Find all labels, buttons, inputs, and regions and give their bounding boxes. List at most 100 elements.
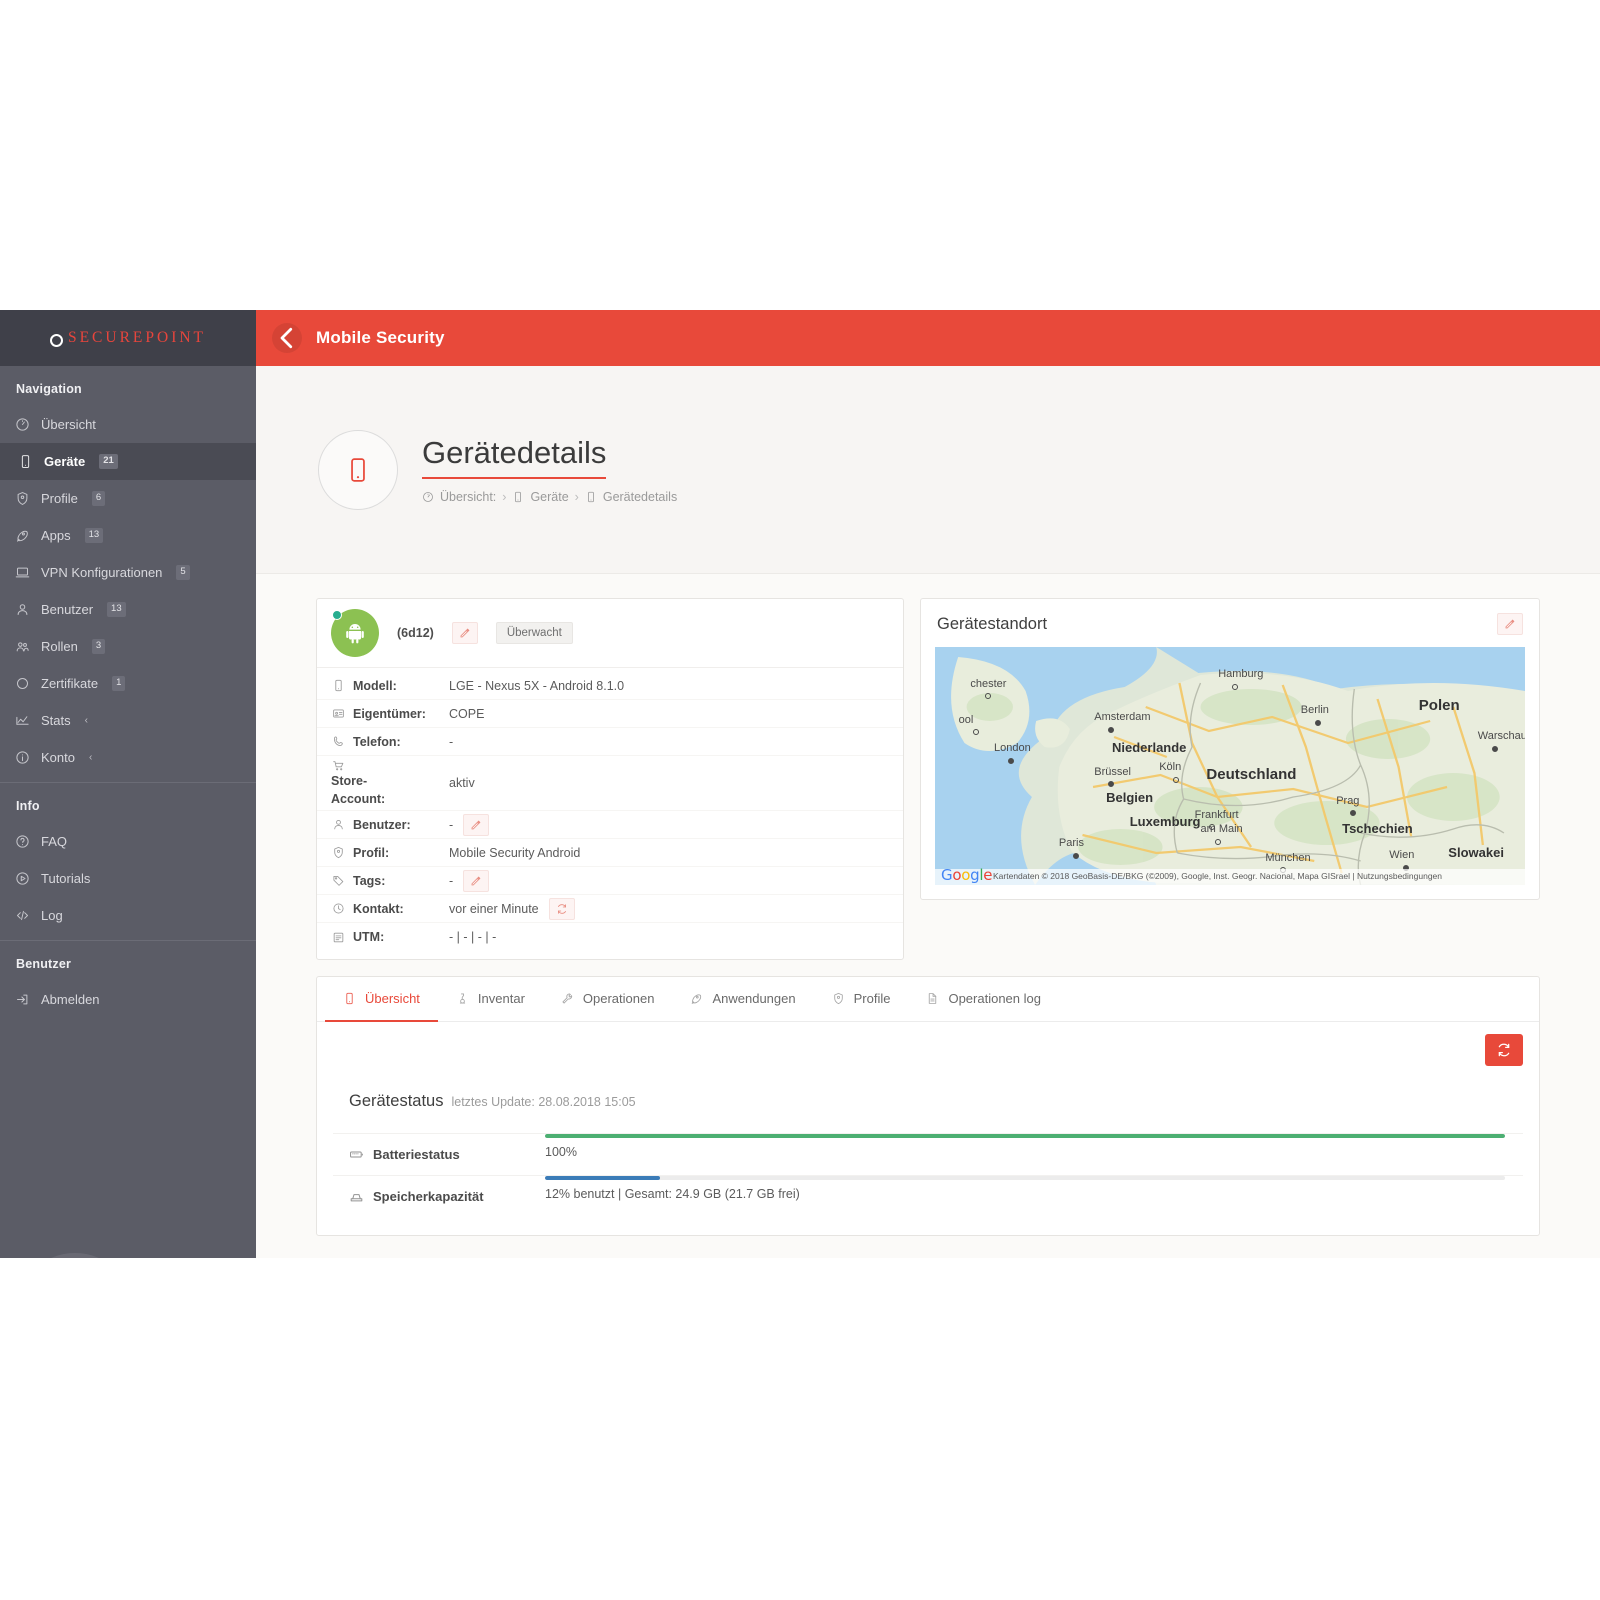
map-place-label: Belgien [1106, 789, 1154, 805]
sidebar-item-ger-te[interactable]: Geräte 21 [0, 443, 256, 480]
sidebar-item-label: FAQ [41, 834, 68, 849]
field-value-text: - [449, 817, 454, 832]
sidebar-item-badge: 1 [112, 676, 126, 691]
id-card-icon [331, 707, 345, 721]
map-place-label: chester [970, 677, 1007, 690]
tab-operationen[interactable]: Operationen [543, 977, 673, 1022]
field-value: - [449, 813, 490, 836]
sidebar-item-profile[interactable]: Profile 6 [0, 480, 256, 517]
sidebar-item-abmelden[interactable]: Abmelden [0, 981, 256, 1018]
brand-logo[interactable]: SECUREPOINT [0, 310, 256, 366]
map-place-label: Hamburg [1218, 668, 1264, 681]
tab-profile[interactable]: Profile [814, 977, 909, 1022]
device-field-row: Modell: LGE - Nexus 5X - Android 8.1.0 [317, 672, 903, 700]
question-icon [14, 833, 31, 850]
sidebar-item-benutzer[interactable]: Benutzer 13 [0, 591, 256, 628]
breadcrumb-item[interactable]: Geräte [530, 490, 568, 504]
sidebar-item-rollen[interactable]: Rollen 3 [0, 628, 256, 665]
sidebar-section-title: Benutzer [16, 957, 72, 971]
map-place-label: Tschechien [1342, 820, 1413, 836]
map-canvas[interactable]: chester ool Hamburg Berlin Polen Amsterdam War… [935, 647, 1525, 885]
sidebar-item-label: Zertifikate [41, 676, 99, 691]
breadcrumb-item[interactable]: Gerätedetails [603, 490, 677, 504]
map-attribution-text: Kartendaten © 2018 GeoBasis-DE/BKG (©200… [993, 871, 1350, 882]
map-city-dot [984, 693, 991, 700]
tab-label: Profile [853, 991, 891, 1007]
status-row-speicherkapazit-t: Speicherkapazität 12% benutzt | Gesamt: 2… [333, 1175, 1523, 1217]
smartphone-icon [585, 491, 597, 503]
brand-name: SECUREPOINT [67, 329, 207, 346]
sidebar-item-log[interactable]: Log [0, 897, 256, 934]
field-key: Store- Account: [331, 758, 449, 808]
sidebar-item-konto[interactable]: Konto ‹ [0, 739, 256, 776]
map-place-label: Luxemburg [1129, 813, 1201, 829]
page-title: Gerätedetails [422, 435, 607, 479]
edit-location-button[interactable] [1497, 613, 1523, 635]
edit-icon [471, 876, 481, 886]
edit-field-button[interactable] [463, 869, 490, 892]
device-tabs-card: Übersicht Inventar Operationen Anwendungen P… [316, 976, 1540, 1237]
edit-field-button[interactable] [463, 813, 490, 836]
play-icon [14, 870, 31, 887]
sidebar-item-apps[interactable]: Apps 13 [0, 517, 256, 554]
sidebar-item-stats[interactable]: Stats ‹ [0, 702, 256, 739]
status-row-batteriestatus: Batteriestatus 100% [333, 1133, 1523, 1175]
field-value-text: Mobile Security Android [449, 845, 581, 860]
sidebar-item-zertifikate[interactable]: Zertifikate 1 [0, 665, 256, 702]
rocket-icon [14, 527, 31, 544]
refresh-contact-button[interactable] [548, 897, 575, 920]
field-value: - [449, 869, 490, 892]
map-attribution: Kartendaten © 2018 GeoBasis-DE/BKG (©200… [935, 869, 1525, 885]
smartphone-icon [512, 491, 524, 503]
laptop-icon [14, 564, 31, 581]
breadcrumb: Übersicht: › Geräte › Gerätedetails [422, 490, 677, 504]
sidebar-item-label: VPN Konfigurationen [41, 565, 163, 580]
list-icon [331, 930, 345, 944]
map-place-label: London [994, 742, 1031, 755]
document-icon [926, 992, 940, 1006]
securepoint-mark-icon [49, 333, 63, 347]
breadcrumb-item[interactable]: Übersicht: [440, 490, 496, 504]
edit-device-name-button[interactable] [451, 622, 478, 644]
field-label: UTM: [353, 930, 385, 945]
sidebar-section-title: Navigation [16, 382, 82, 396]
device-info-card: (6d12) Überwacht Modell: LGE - Nexus 5X -… [316, 598, 904, 961]
sidebar-item-label: Apps [41, 528, 71, 543]
shield-icon [832, 992, 846, 1006]
sidebar-item--bersicht[interactable]: Übersicht [0, 406, 256, 443]
sidebar-item-label: Abmelden [41, 992, 100, 1007]
sidebar-item-faq[interactable]: FAQ [0, 823, 256, 860]
field-value: Mobile Security Android [449, 846, 580, 860]
shield-icon [14, 490, 31, 507]
tab-bar: Übersicht Inventar Operationen Anwendungen P… [317, 977, 1539, 1023]
back-button[interactable] [272, 323, 302, 353]
field-key: Tags: [331, 874, 449, 888]
tab-operationen-log[interactable]: Operationen log [908, 977, 1059, 1022]
sidebar-item-badge: 21 [99, 454, 118, 469]
sidebar-item-tutorials[interactable]: Tutorials [0, 860, 256, 897]
map-city-dot [1491, 745, 1498, 752]
map-place-label: München [1265, 851, 1311, 864]
clock-icon [331, 902, 345, 916]
device-field-row: Tags: - [317, 867, 903, 896]
status-label-text: Speicherkapazität [373, 1189, 484, 1205]
refresh-icon [1498, 1043, 1510, 1057]
sidebar-item-vpn-konfigurationen[interactable]: VPN Konfigurationen 5 [0, 554, 256, 591]
device-fields-list: Modell: LGE - Nexus 5X - Android 8.1.0 Eig… [317, 668, 903, 959]
sidebar-item-label: Geräte [44, 454, 86, 469]
field-key: Telefon: [331, 735, 449, 749]
tab--bersicht[interactable]: Übersicht [325, 977, 438, 1023]
sidebar-item-badge: 3 [91, 639, 106, 654]
tab-anwendungen[interactable]: Anwendungen [672, 977, 813, 1022]
map-terms-link[interactable]: Nutzungsbedingungen [1357, 871, 1442, 881]
code-icon [14, 907, 31, 924]
users-icon [14, 638, 31, 655]
refresh-button[interactable] [1485, 1034, 1523, 1067]
tab-panel-overview: Gerätestatus letztes Update: 28.08.2018 … [317, 1022, 1539, 1217]
chevron-left-icon: ‹ [84, 715, 88, 726]
status-row-bar: 12% benutzt | Gesamt: 24.9 GB (21.7 GB f… [545, 1176, 1523, 1201]
sidebar-item-badge: 6 [91, 491, 106, 506]
breadcrumb-separator: › [502, 490, 507, 504]
tab-inventar[interactable]: Inventar [438, 977, 543, 1022]
status-caption: 12% benutzt | Gesamt: 24.9 GB (21.7 GB f… [545, 1187, 800, 1202]
